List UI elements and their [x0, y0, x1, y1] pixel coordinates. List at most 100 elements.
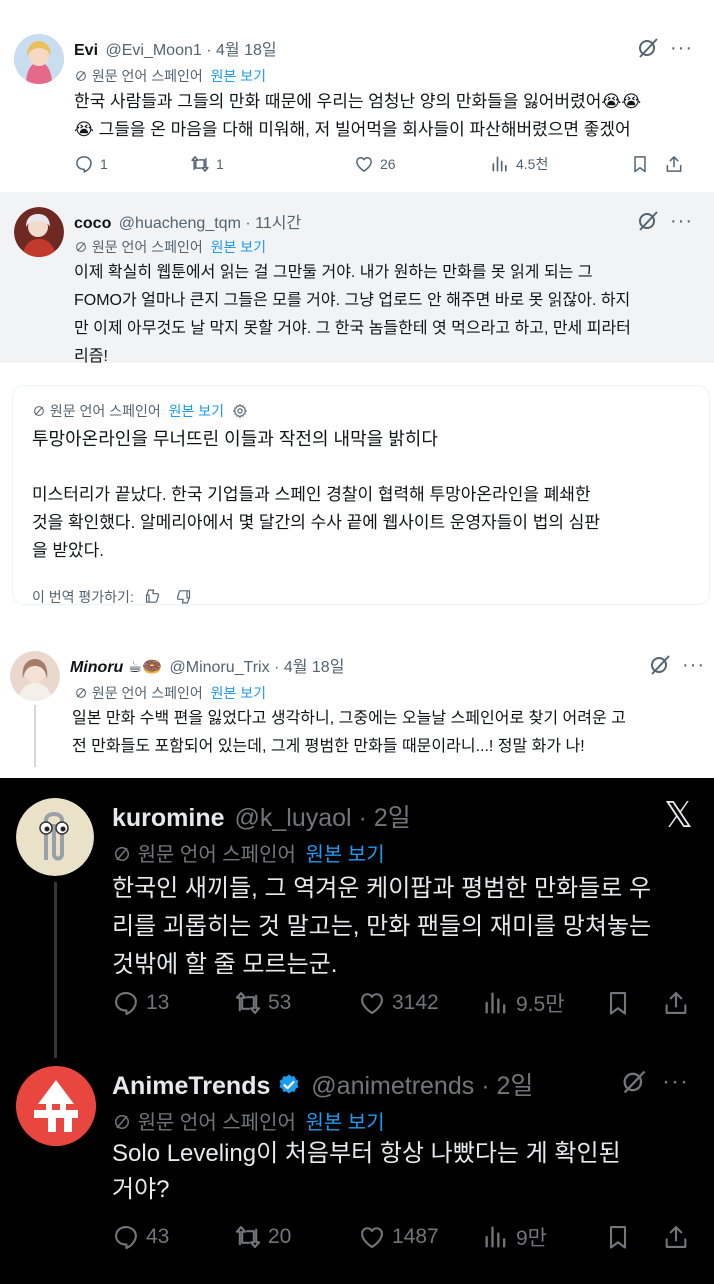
tweet-top-actions: ··· [636, 36, 693, 60]
grok-icon[interactable] [648, 653, 672, 677]
retweet-button[interactable]: 53 [234, 989, 358, 1017]
tweet-text-line: Solo Leveling이 처음부터 항상 나빴다는 게 확인된 [112, 1140, 621, 1167]
retweet-button[interactable]: 1 [190, 154, 354, 174]
tweet-header: coco @huacheng_tqm · 11시간 [74, 215, 302, 232]
thumbs-down-icon[interactable] [175, 588, 192, 605]
tweet-text-line: 이제 확실히 웹툰에서 읽는 걸 그만둘 거야. 내가 원하는 만화를 못 읽게… [74, 264, 593, 281]
display-name[interactable]: Evi [74, 42, 98, 59]
share-icon[interactable] [662, 1223, 690, 1251]
like-count: 1487 [392, 1225, 439, 1248]
tweet-text-line: 전 만화들도 포함되어 있는데, 그게 평범한 만화들 때문이라니...! 정말… [72, 738, 585, 755]
handle[interactable]: @animetrends [311, 1072, 474, 1100]
thread-line [34, 705, 36, 767]
view-original-link[interactable]: 원본 보기 [305, 844, 384, 866]
thread-line [54, 882, 57, 1058]
handle[interactable]: @Minoru_Trix [170, 659, 270, 676]
views-icon [482, 1223, 510, 1251]
views-button[interactable]: 4.5천 [490, 154, 630, 174]
views-count: 9만 [516, 1227, 547, 1250]
tweet-text-line: 한국인 새끼들, 그 역겨운 케이팝과 평범한 만화들로 우 [112, 875, 652, 902]
bookmark-icon[interactable] [630, 154, 650, 174]
more-icon[interactable]: ··· [670, 211, 693, 231]
tweet-top-actions: ··· [636, 209, 693, 233]
avatar-animetrends[interactable] [16, 1066, 96, 1146]
translate-icon [74, 240, 88, 254]
views-button[interactable]: 9만 [482, 1222, 604, 1252]
tweet-evi[interactable]: Evi @Evi_Moon1 · 4월 18일 ··· 원문 언어 스페인어 원… [0, 0, 714, 192]
translated-note: 원문 언어 스페인어 [49, 403, 161, 419]
grok-icon[interactable] [636, 209, 660, 233]
translate-icon [32, 404, 46, 418]
view-original-link[interactable]: 원본 보기 [211, 685, 266, 701]
like-button[interactable]: 26 [354, 154, 490, 174]
more-icon[interactable]: ··· [670, 38, 693, 58]
tweet-coco[interactable]: coco @huacheng_tqm · 11시간 ··· 원문 언어 스페인어… [0, 193, 714, 365]
display-name[interactable]: coco [74, 215, 111, 232]
timestamp[interactable]: 2일 [374, 804, 411, 832]
bookmark-icon[interactable] [604, 989, 632, 1017]
dark-thread-section: kuromine @k_luyaol · 2일 𝕏 원문 언어 스페인어 원본 … [0, 778, 714, 1284]
like-count: 3142 [392, 991, 439, 1014]
display-name[interactable]: kuromine [112, 804, 225, 832]
tweet-text: 일본 만화 수백 편을 잃었다고 생각하니, 그중에는 오늘날 스페인어로 찾기… [72, 705, 708, 761]
timestamp[interactable]: 4월 18일 [284, 659, 345, 676]
grok-icon[interactable] [636, 36, 660, 60]
tweet-top-actions: ··· [620, 1068, 689, 1096]
reply-button[interactable]: 13 [112, 989, 234, 1017]
like-icon [358, 1223, 386, 1251]
view-original-link[interactable]: 원본 보기 [211, 68, 266, 84]
reply-count: 43 [146, 1225, 170, 1248]
card-text-line: 것을 확인했다. 알메리아에서 몇 달간의 수사 끝에 웹사이트 운영자들이 법… [32, 513, 601, 532]
like-button[interactable]: 3142 [358, 989, 482, 1017]
name-emoji: ☕🍩 [127, 659, 163, 676]
avatar-kuromine[interactable] [16, 798, 94, 876]
translated-label: 원문 언어 스페인어 원본 보기 [32, 401, 248, 421]
rate-translation: 이 번역 평가하기: [32, 587, 192, 607]
settings-gear-icon[interactable] [232, 403, 248, 419]
tweet-text-line: 한국 사람들과 그들의 만화 때문에 우리는 엄청난 양의 만화들을 잃어버렸어… [74, 92, 642, 111]
reply-button[interactable]: 1 [74, 154, 190, 174]
retweet-count: 53 [268, 991, 292, 1014]
handle[interactable]: @huacheng_tqm [119, 215, 241, 232]
translate-icon [112, 844, 132, 864]
retweet-count: 20 [268, 1225, 292, 1248]
avatar-evi[interactable] [14, 34, 64, 84]
retweet-icon [234, 989, 262, 1017]
more-icon[interactable]: ··· [682, 655, 705, 675]
translated-label: 원문 언어 스페인어 원본 보기 [74, 237, 266, 257]
bookmark-icon[interactable] [604, 1223, 632, 1251]
thumbs-up-icon[interactable] [144, 588, 161, 605]
tweet-text-line: 리를 괴롭히는 것 말고는, 만화 팬들의 재미를 망쳐놓는 [112, 913, 652, 940]
tweet-text: Solo Leveling이 처음부터 항상 나빴다는 게 확인된 거야? [112, 1136, 702, 1208]
translated-label: 원문 언어 스페인어 원본 보기 [112, 1106, 385, 1135]
views-button[interactable]: 9.5만 [482, 988, 604, 1018]
reply-icon [112, 1223, 140, 1251]
reply-icon [74, 154, 94, 174]
handle[interactable]: @k_luyaol [234, 804, 351, 832]
grok-icon[interactable] [620, 1068, 648, 1096]
more-icon[interactable]: ··· [662, 1070, 689, 1094]
retweet-button[interactable]: 20 [234, 1223, 358, 1251]
view-original-link[interactable]: 원본 보기 [169, 403, 224, 419]
view-original-link[interactable]: 원본 보기 [211, 239, 266, 255]
tweet-header: Minoru ☕🍩 @Minoru_Trix · 4월 18일 [70, 659, 345, 676]
tweet-minoru[interactable]: Minoru ☕🍩 @Minoru_Trix · 4월 18일 ··· 원문 언… [0, 625, 714, 778]
timestamp[interactable]: 2일 [496, 1072, 533, 1100]
share-icon[interactable] [664, 154, 684, 174]
verified-badge-icon [279, 1074, 299, 1094]
display-name[interactable]: AnimeTrends [112, 1072, 270, 1100]
display-name[interactable]: Minoru [70, 659, 123, 676]
action-bar: 43 20 1487 9만 [112, 1222, 702, 1252]
tweet-text-line: 거야? [112, 1176, 170, 1203]
timestamp[interactable]: 11시간 [255, 215, 301, 232]
timestamp[interactable]: 4월 18일 [216, 42, 277, 59]
like-button[interactable]: 1487 [358, 1223, 482, 1251]
like-icon [354, 154, 374, 174]
handle[interactable]: @Evi_Moon1 [105, 42, 201, 59]
views-count: 9.5만 [516, 993, 565, 1016]
avatar-coco[interactable] [14, 207, 64, 257]
view-original-link[interactable]: 원본 보기 [305, 1112, 384, 1134]
avatar-minoru[interactable] [10, 651, 60, 701]
share-icon[interactable] [662, 989, 690, 1017]
reply-button[interactable]: 43 [112, 1223, 234, 1251]
